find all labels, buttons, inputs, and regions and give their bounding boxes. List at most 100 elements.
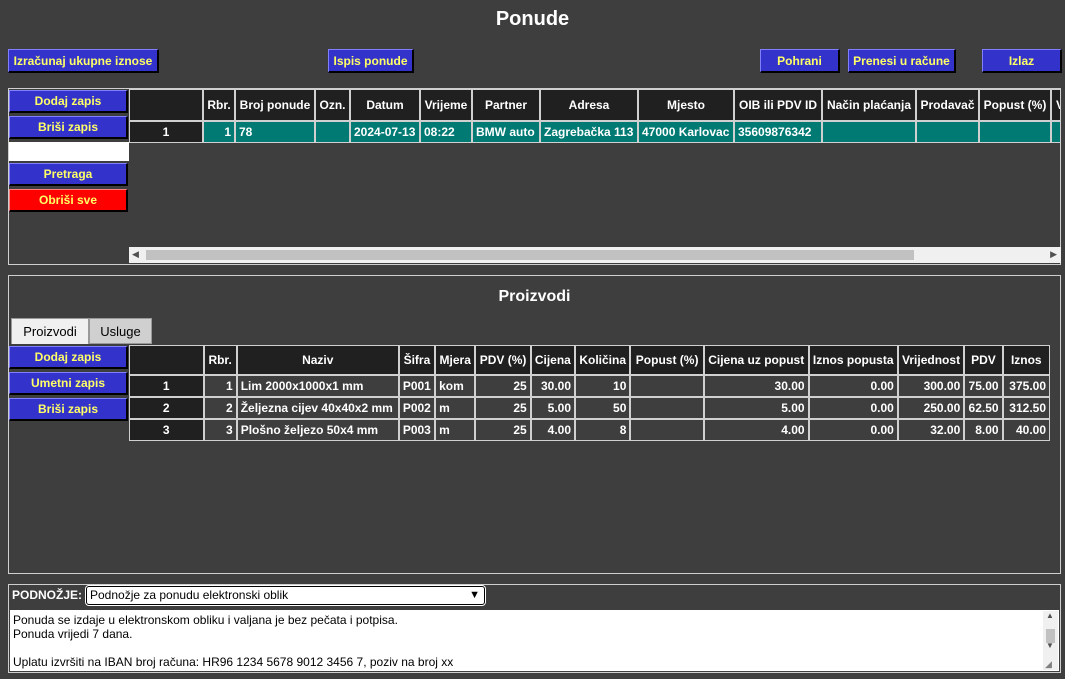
products-header-cell[interactable]: PDV (%) bbox=[475, 345, 531, 375]
products-row-header[interactable]: 1 bbox=[129, 375, 204, 397]
products-cell[interactable]: P003 bbox=[398, 419, 436, 441]
search-input[interactable] bbox=[9, 142, 129, 161]
exit-button[interactable]: Izlaz bbox=[982, 49, 1062, 73]
calculate-totals-button[interactable]: Izračunaj ukupne iznose bbox=[8, 49, 159, 73]
products-header-cell[interactable]: Naziv bbox=[236, 345, 399, 375]
offers-add-button[interactable]: Dodaj zapis bbox=[9, 90, 128, 113]
products-cell[interactable]: Plošno željezo 50x4 mm bbox=[236, 419, 399, 441]
offers-row[interactable]: 1 1 78 2024-07-13 08:22 BMW auto Zagrebačka 11… bbox=[129, 121, 1060, 143]
offers-header-cell[interactable]: Prodavač bbox=[916, 89, 979, 121]
products-cell[interactable]: 4.00 bbox=[703, 419, 809, 441]
products-cell[interactable]: 75.00 bbox=[964, 375, 1003, 397]
products-row[interactable]: 1 1 Lim 2000x1000x1 mm P001 kom 25 30.00 10 30.0… bbox=[129, 375, 1050, 397]
print-offer-button[interactable]: Ispis ponude bbox=[328, 49, 414, 73]
offers-header-cell[interactable]: Partner bbox=[472, 89, 540, 121]
offers-header-cell[interactable]: Adresa bbox=[540, 89, 638, 121]
products-header-cell[interactable]: Iznos bbox=[1002, 345, 1050, 375]
products-insert-button[interactable]: Umetni zapis bbox=[9, 372, 128, 395]
products-cell[interactable]: 25 bbox=[475, 375, 531, 397]
products-cell[interactable]: Željezna cijev 40x40x2 mm bbox=[236, 397, 399, 419]
offers-header-cell[interactable]: Rbr. bbox=[203, 89, 235, 121]
products-cell[interactable]: 300.00 bbox=[897, 375, 965, 397]
products-row[interactable]: 3 3 Plošno željezo 50x4 mm P003 m 25 4.00 8 4.00… bbox=[129, 419, 1050, 441]
offers-cell[interactable] bbox=[916, 121, 979, 143]
products-cell[interactable]: 8 bbox=[575, 419, 631, 441]
products-cell[interactable]: 30.00 bbox=[530, 375, 576, 397]
save-button[interactable]: Pohrani bbox=[760, 49, 840, 73]
products-cell[interactable]: 5.00 bbox=[530, 397, 576, 419]
offers-header-cell[interactable] bbox=[129, 89, 203, 121]
offers-header-cell[interactable]: Mjesto bbox=[638, 89, 734, 121]
products-cell[interactable]: 0.00 bbox=[808, 419, 898, 441]
footer-select[interactable]: Podnožje za ponudu elektronski oblik ▼ bbox=[86, 586, 485, 605]
scroll-left-icon[interactable]: ◀ bbox=[132, 249, 139, 260]
products-cell[interactable]: 250.00 bbox=[897, 397, 965, 419]
offers-cell[interactable] bbox=[1051, 121, 1060, 143]
products-cell[interactable]: 25 bbox=[475, 397, 531, 419]
products-cell[interactable]: kom bbox=[435, 375, 476, 397]
products-cell[interactable]: 40.00 bbox=[1002, 419, 1050, 441]
products-add-button[interactable]: Dodaj zapis bbox=[9, 346, 128, 369]
products-row-header[interactable]: 2 bbox=[129, 397, 204, 419]
products-cell[interactable]: 10 bbox=[575, 375, 631, 397]
offers-cell[interactable] bbox=[315, 121, 350, 143]
products-cell[interactable]: 2 bbox=[203, 397, 237, 419]
products-header-cell[interactable] bbox=[129, 345, 204, 375]
products-cell[interactable]: 5.00 bbox=[703, 397, 809, 419]
offers-row-header[interactable]: 1 bbox=[129, 121, 203, 143]
offers-cell[interactable] bbox=[822, 121, 916, 143]
tab-proizvodi[interactable]: Proizvodi bbox=[11, 318, 89, 344]
products-cell[interactable]: m bbox=[435, 397, 476, 419]
products-delete-button[interactable]: Briši zapis bbox=[9, 398, 128, 421]
transfer-to-invoices-button[interactable]: Prenesi u račune bbox=[848, 49, 956, 73]
offers-header-cell[interactable]: V bbox=[1051, 89, 1060, 121]
products-cell[interactable] bbox=[630, 397, 704, 419]
search-button[interactable]: Pretraga bbox=[9, 163, 128, 186]
offers-header-cell[interactable]: Datum bbox=[350, 89, 420, 121]
products-cell[interactable]: m bbox=[435, 419, 476, 441]
products-header-cell[interactable]: Cijena bbox=[530, 345, 576, 375]
products-header-cell[interactable]: PDV bbox=[964, 345, 1003, 375]
offers-header-cell[interactable]: Vrijeme bbox=[420, 89, 472, 121]
scrollbar-thumb[interactable] bbox=[146, 250, 914, 260]
resize-grip-icon[interactable]: ◢ bbox=[1045, 659, 1052, 670]
scroll-right-icon[interactable]: ▶ bbox=[1050, 249, 1057, 260]
scroll-down-icon[interactable]: ▼ bbox=[1046, 641, 1054, 650]
products-header-cell[interactable]: Šifra bbox=[398, 345, 436, 375]
tab-usluge[interactable]: Usluge bbox=[89, 318, 152, 344]
products-cell[interactable]: 50 bbox=[575, 397, 631, 419]
clear-all-button[interactable]: Obriši sve bbox=[9, 189, 128, 212]
offers-delete-button[interactable]: Briši zapis bbox=[9, 116, 128, 139]
products-header-cell[interactable]: Količina bbox=[575, 345, 631, 375]
offers-header-cell[interactable]: Način plaćanja bbox=[822, 89, 916, 121]
products-cell[interactable]: 4.00 bbox=[530, 419, 576, 441]
products-cell[interactable] bbox=[630, 375, 704, 397]
textarea-scrollbar[interactable]: ▲ ▼ ◢ bbox=[1043, 611, 1058, 670]
offers-cell[interactable] bbox=[979, 121, 1051, 143]
horizontal-scrollbar[interactable]: ◀ ▶ bbox=[129, 247, 1061, 263]
offers-header-cell[interactable]: Broj ponude bbox=[235, 89, 315, 121]
offers-cell[interactable]: BMW auto bbox=[472, 121, 540, 143]
products-cell[interactable]: 375.00 bbox=[1002, 375, 1050, 397]
products-header-cell[interactable]: Cijena uz popust bbox=[703, 345, 809, 375]
footer-textarea[interactable]: Ponuda se izdaje u elektronskom obliku i… bbox=[10, 610, 1059, 671]
scroll-up-icon[interactable]: ▲ bbox=[1046, 611, 1054, 620]
products-header-cell[interactable]: Popust (%) bbox=[630, 345, 704, 375]
products-cell[interactable]: P001 bbox=[398, 375, 436, 397]
offers-cell[interactable]: 08:22 bbox=[420, 121, 472, 143]
offers-header-cell[interactable]: Ozn. bbox=[315, 89, 350, 121]
products-cell[interactable] bbox=[630, 419, 704, 441]
products-cell[interactable]: 30.00 bbox=[703, 375, 809, 397]
offers-header-cell[interactable]: Popust (%) bbox=[979, 89, 1051, 121]
products-cell[interactable]: 25 bbox=[475, 419, 531, 441]
offers-cell[interactable]: 1 bbox=[203, 121, 235, 143]
products-cell[interactable]: 312.50 bbox=[1002, 397, 1050, 419]
products-cell[interactable]: 62.50 bbox=[964, 397, 1003, 419]
products-header-cell[interactable]: Iznos popusta bbox=[808, 345, 898, 375]
products-header-cell[interactable]: Mjera bbox=[435, 345, 476, 375]
offers-cell[interactable]: Zagrebačka 113 bbox=[540, 121, 638, 143]
products-cell[interactable]: 0.00 bbox=[808, 397, 898, 419]
products-cell[interactable]: 0.00 bbox=[808, 375, 898, 397]
products-cell[interactable]: Lim 2000x1000x1 mm bbox=[236, 375, 399, 397]
products-cell[interactable]: 1 bbox=[203, 375, 237, 397]
